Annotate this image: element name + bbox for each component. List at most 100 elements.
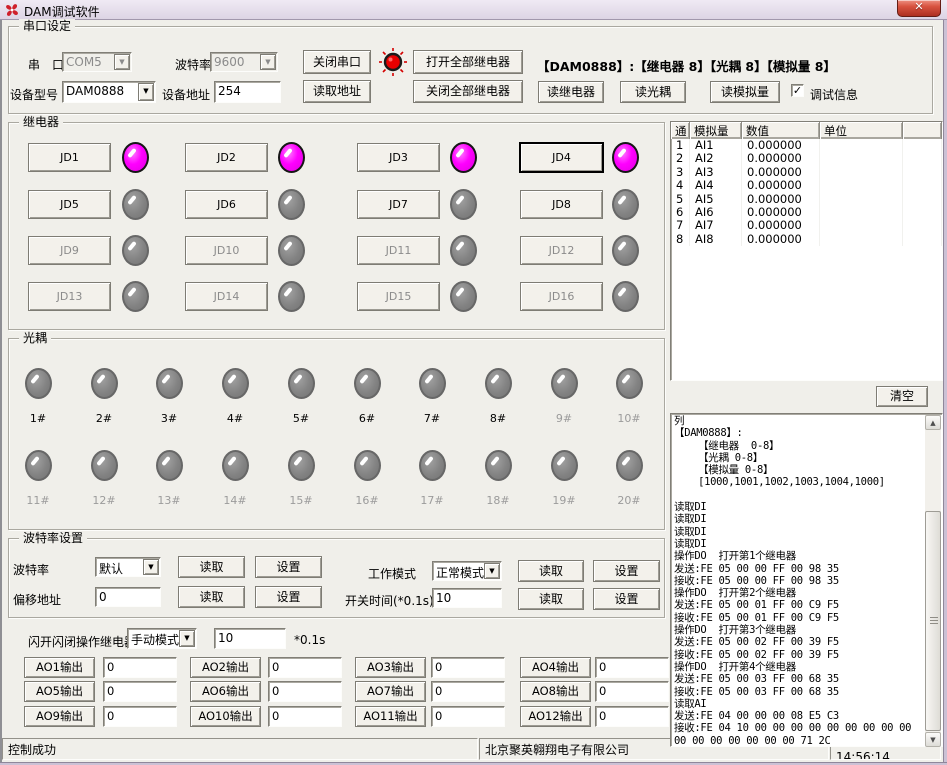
- ao-output-button-ao8[interactable]: AO8输出: [520, 681, 591, 702]
- ao-value-input-ao8[interactable]: 0: [595, 681, 669, 702]
- flash-time-input[interactable]: 10: [214, 628, 286, 649]
- ao-value-input-ao10[interactable]: 0: [268, 706, 342, 727]
- serial-baud-select: 9600 ▼: [210, 52, 278, 72]
- ao-value-input-ao3[interactable]: 0: [431, 657, 505, 678]
- relay-button-jd7[interactable]: JD7: [357, 190, 440, 219]
- ao-output-button-ao3[interactable]: AO3输出: [355, 657, 426, 678]
- work-mode-set-button[interactable]: 设置: [593, 560, 660, 582]
- ao-output-button-ao2[interactable]: AO2输出: [190, 657, 261, 678]
- debug-info-checkbox[interactable]: ✓: [791, 84, 804, 97]
- switch-time-set-button[interactable]: 设置: [593, 588, 660, 610]
- opto-indicator-10-icon: [616, 368, 643, 399]
- log-text[interactable]: 列 【DAM0888】: 【继电器 0-8】 【光耦 0-8】 【模拟量 0-8…: [674, 415, 925, 745]
- ao-value-input-ao2[interactable]: 0: [268, 657, 342, 678]
- ao-output-button-ao6[interactable]: AO6输出: [190, 681, 261, 702]
- analog-cell: 0.000000: [742, 206, 820, 219]
- analog-cell: [820, 233, 903, 246]
- ao-output-button-ao4[interactable]: AO4输出: [520, 657, 591, 678]
- scroll-up-button[interactable]: ▲: [925, 415, 941, 430]
- close-serial-button[interactable]: 关闭串口: [303, 50, 371, 74]
- opto-label-7: 7#: [410, 412, 454, 425]
- read-opto-button[interactable]: 读光耦: [620, 81, 686, 103]
- ao-output-button-ao1[interactable]: AO1输出: [24, 657, 95, 678]
- flash-mode-value: 手动模式: [131, 633, 179, 647]
- ao-value-input-ao4[interactable]: 0: [595, 657, 669, 678]
- relay-button-jd1[interactable]: JD1: [28, 143, 111, 172]
- serial-port-label: 串 口: [28, 56, 64, 73]
- device-model-value: DAM0888: [66, 84, 124, 98]
- chevron-down-icon[interactable]: ▼: [179, 630, 195, 647]
- analog-cell: 0.000000: [742, 179, 820, 192]
- ao-value-input-ao9[interactable]: 0: [103, 706, 177, 727]
- ao-value-input-ao1[interactable]: 0: [103, 657, 177, 678]
- flash-mode-select[interactable]: 手动模式 ▼: [127, 628, 197, 649]
- scrollbar-grip-icon: [930, 617, 938, 624]
- ao-output-button-ao10[interactable]: AO10输出: [190, 706, 261, 727]
- log-scrollbar[interactable]: ▲ ▼: [925, 415, 941, 745]
- table-row: 8AI80.000000: [671, 233, 942, 246]
- analog-header-2[interactable]: 模拟量: [690, 122, 742, 139]
- work-mode-select[interactable]: 正常模式 ▼: [432, 561, 502, 581]
- relay-button-jd5[interactable]: JD5: [28, 190, 111, 219]
- status-message-panel: 控制成功: [2, 738, 478, 760]
- chevron-down-icon[interactable]: ▼: [138, 83, 154, 101]
- log-box[interactable]: 列 【DAM0888】: 【继电器 0-8】 【光耦 0-8】 【模拟量 0-8…: [670, 413, 943, 747]
- read-address-button[interactable]: 读取地址: [303, 80, 371, 103]
- ao-output-button-ao7[interactable]: AO7输出: [355, 681, 426, 702]
- ao-value-input-ao7[interactable]: 0: [431, 681, 505, 702]
- analog-cell: AI2: [690, 152, 742, 165]
- device-address-input[interactable]: 254: [214, 81, 281, 103]
- clear-log-button[interactable]: 清空: [876, 386, 928, 407]
- analog-cell: AI1: [690, 139, 742, 152]
- offset-address-input[interactable]: 0: [95, 587, 161, 607]
- offset-set-button[interactable]: 设置: [255, 586, 322, 608]
- read-relay-button[interactable]: 读继电器: [538, 81, 604, 103]
- analog-cell: 0.000000: [742, 219, 820, 232]
- ao-value-input-ao11[interactable]: 0: [431, 706, 505, 727]
- offset-read-button[interactable]: 读取: [178, 586, 245, 608]
- analog-header-5[interactable]: [903, 122, 942, 139]
- chevron-down-icon[interactable]: ▼: [143, 559, 159, 575]
- analog-cell: [820, 193, 903, 206]
- ao-output-button-ao11[interactable]: AO11输出: [355, 706, 426, 727]
- analog-header-1[interactable]: 通: [671, 122, 690, 139]
- close-all-relays-button[interactable]: 关闭全部继电器: [413, 80, 523, 103]
- switch-time-read-button[interactable]: 读取: [518, 588, 584, 610]
- serial-port-select: COM5 ▼: [62, 52, 132, 72]
- baud-read-button[interactable]: 读取: [178, 556, 245, 578]
- analog-cell: 2: [671, 152, 690, 165]
- relay-button-jd8[interactable]: JD8: [520, 190, 603, 219]
- relay-button-jd16: JD16: [520, 282, 603, 311]
- relay-button-jd6[interactable]: JD6: [185, 190, 268, 219]
- switch-time-input[interactable]: 10: [432, 588, 502, 608]
- analog-cell: [903, 206, 942, 219]
- relay-button-jd4[interactable]: JD4: [520, 143, 603, 172]
- relay-indicator-jd4-icon: [612, 142, 639, 173]
- ao-output-button-ao12[interactable]: AO12输出: [520, 706, 591, 727]
- ao-value-input-ao12[interactable]: 0: [595, 706, 669, 727]
- device-model-select[interactable]: DAM0888 ▼: [62, 81, 156, 103]
- analog-header-4[interactable]: 单位: [820, 122, 903, 139]
- scrollbar-thumb[interactable]: [925, 511, 941, 731]
- analog-cell: AI7: [690, 219, 742, 232]
- analog-cell: AI8: [690, 233, 742, 246]
- work-mode-read-button[interactable]: 读取: [518, 560, 584, 582]
- analog-cell: [903, 166, 942, 179]
- work-mode-value: 正常模式: [436, 566, 484, 580]
- chevron-down-icon[interactable]: ▼: [484, 563, 500, 579]
- ao-output-button-ao9[interactable]: AO9输出: [24, 706, 95, 727]
- analog-header-3[interactable]: 数值: [742, 122, 820, 139]
- relay-button-jd2[interactable]: JD2: [185, 143, 268, 172]
- ao-output-button-ao5[interactable]: AO5输出: [24, 681, 95, 702]
- read-analog-button[interactable]: 读模拟量: [710, 81, 780, 103]
- ao-value-input-ao6[interactable]: 0: [268, 681, 342, 702]
- ao-value-input-ao5[interactable]: 0: [103, 681, 177, 702]
- opto-indicator-9-icon: [551, 368, 578, 399]
- scroll-down-button[interactable]: ▼: [925, 732, 941, 747]
- close-button[interactable]: ✕: [897, 0, 941, 17]
- relay-button-jd3[interactable]: JD3: [357, 143, 440, 172]
- open-all-relays-button[interactable]: 打开全部继电器: [413, 50, 523, 74]
- serial-status-led-icon: [378, 47, 408, 77]
- baud-set-button[interactable]: 设置: [255, 556, 322, 578]
- baud-rate-select[interactable]: 默认 ▼: [95, 557, 161, 577]
